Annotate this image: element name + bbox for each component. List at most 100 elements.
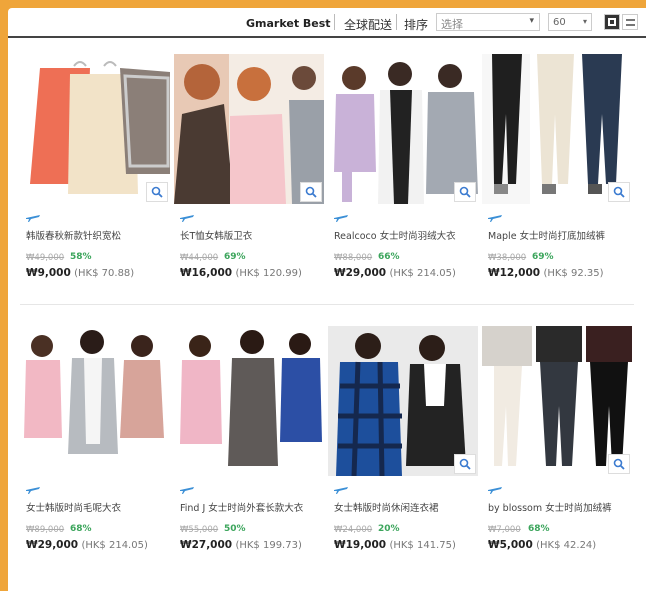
sale-price: ₩27,000 (180, 539, 233, 551)
product-title[interactable]: by blossom 女士时尚加绒裤 (488, 500, 638, 514)
sale-price: ₩12,000 (488, 267, 541, 279)
original-price: ₩38,000 (488, 253, 527, 263)
search-icon (613, 186, 625, 198)
hk-price: (HK$ 120.99) (235, 268, 302, 279)
airplane-icon (488, 487, 502, 494)
price: ₩27,000 (HK$ 199.73) (180, 539, 302, 551)
sort-select-value: 选择 (441, 18, 463, 31)
hk-price: (HK$ 141.75) (389, 540, 456, 551)
product-title[interactable]: 长T恤女韩版卫衣 (180, 228, 330, 242)
airplane-icon (334, 487, 348, 494)
zoom-button[interactable] (454, 182, 476, 202)
product-title[interactable]: 女士韩版时尚休闲连衣裙 (334, 500, 484, 514)
chevron-down-icon: ▾ (529, 16, 534, 26)
hk-price: (HK$ 70.88) (74, 268, 135, 279)
per-page-value: 60 (553, 17, 566, 28)
product-image[interactable] (20, 326, 170, 476)
discount-badge: 69% (532, 252, 554, 262)
sale-price: ₩19,000 (334, 539, 387, 551)
price: ₩29,000 (HK$ 214.05) (26, 539, 148, 551)
list-view-button[interactable] (622, 14, 638, 30)
product-card[interactable]: 女士韩版时尚休闲连衣裙 ₩24,000 20% ₩19,000 (HK$ 141… (328, 326, 478, 551)
product-image[interactable] (328, 54, 478, 204)
product-image[interactable] (174, 326, 324, 476)
airplane-icon (180, 215, 194, 222)
original-price: ₩44,000 (180, 253, 219, 263)
per-page-select[interactable]: 60 ▾ (548, 13, 592, 31)
zoom-button[interactable] (300, 182, 322, 202)
search-icon (305, 186, 317, 198)
product-title[interactable]: 女士韩版时尚毛呢大衣 (26, 500, 176, 514)
zoom-button[interactable] (146, 182, 168, 202)
price: ₩19,000 (HK$ 141.75) (334, 539, 456, 551)
zoom-button[interactable] (608, 182, 630, 202)
product-title[interactable]: Maple 女士时尚打底加绒裤 (488, 228, 638, 242)
discount-badge: 68% (528, 524, 550, 534)
row-divider (20, 304, 634, 305)
product-card[interactable]: 女士韩版时尚毛呢大衣 ₩89,000 68% ₩29,000 (HK$ 214.… (20, 326, 170, 551)
airplane-icon (26, 487, 40, 494)
product-photo (174, 326, 324, 476)
sale-price: ₩16,000 (180, 267, 233, 279)
sale-price: ₩29,000 (334, 267, 387, 279)
product-image[interactable] (328, 326, 478, 476)
hk-price: (HK$ 214.05) (81, 540, 148, 551)
browser-frame: Gmarket Best 全球配送 排序 选择 ▾ 60 ▾ 韩版春秋新款针织宽… (8, 8, 646, 591)
product-card[interactable]: 韩版春秋新款针织宽松 ₩49,000 58% ₩9,000 (HK$ 70.88… (20, 54, 170, 279)
sort-label: 排序 (404, 18, 429, 32)
product-card[interactable]: Realcoco 女士时尚羽绒大衣 ₩88,000 66% ₩29,000 (H… (328, 54, 478, 279)
product-title[interactable]: Find J 女士时尚外套长款大衣 (180, 500, 330, 514)
sale-price: ₩5,000 (488, 539, 533, 551)
grid-view-button[interactable] (604, 14, 620, 30)
product-title[interactable]: 韩版春秋新款针织宽松 (26, 228, 176, 242)
discount-badge: 50% (224, 524, 246, 534)
global-shipping-filter[interactable]: 全球配送 (344, 16, 392, 33)
product-image[interactable] (482, 326, 632, 476)
airplane-icon (334, 215, 348, 222)
divider (334, 14, 335, 30)
search-icon (151, 186, 163, 198)
price: ₩5,000 (HK$ 42.24) (488, 539, 596, 551)
discount-badge: 20% (378, 524, 400, 534)
hk-price: (HK$ 42.24) (536, 540, 597, 551)
sale-price: ₩9,000 (26, 267, 71, 279)
price: ₩29,000 (HK$ 214.05) (334, 267, 456, 279)
product-card[interactable]: by blossom 女士时尚加绒裤 ₩7,000 68% ₩5,000 (HK… (482, 326, 632, 551)
price: ₩12,000 (HK$ 92.35) (488, 267, 604, 279)
product-image[interactable] (20, 54, 170, 204)
search-icon (613, 458, 625, 470)
product-title[interactable]: Realcoco 女士时尚羽绒大衣 (334, 228, 484, 242)
discount-badge: 58% (70, 252, 92, 262)
sale-price: ₩29,000 (26, 539, 79, 551)
hk-price: (HK$ 92.35) (543, 268, 604, 279)
zoom-button[interactable] (608, 454, 630, 474)
list-icon (625, 18, 635, 26)
original-price: ₩49,000 (26, 253, 65, 263)
hk-price: (HK$ 214.05) (389, 268, 456, 279)
product-card[interactable]: Find J 女士时尚外套长款大衣 ₩55,000 50% ₩27,000 (H… (174, 326, 324, 551)
product-photo (20, 326, 170, 476)
original-price: ₩89,000 (26, 525, 65, 535)
original-price: ₩7,000 (488, 525, 521, 535)
discount-badge: 66% (378, 252, 400, 262)
airplane-icon (180, 487, 194, 494)
airplane-icon (26, 215, 40, 222)
discount-badge: 69% (224, 252, 246, 262)
product-card[interactable]: Maple 女士时尚打底加绒裤 ₩38,000 69% ₩12,000 (HK$… (482, 54, 632, 279)
price: ₩9,000 (HK$ 70.88) (26, 267, 134, 279)
discount-badge: 68% (70, 524, 92, 534)
product-image[interactable] (482, 54, 632, 204)
zoom-button[interactable] (454, 454, 476, 474)
search-icon (459, 186, 471, 198)
airplane-icon (488, 215, 502, 222)
divider (396, 14, 397, 30)
product-image[interactable] (174, 54, 324, 204)
chevron-down-icon: ▾ (582, 17, 587, 26)
grid-icon (608, 18, 616, 26)
gmarket-best-link[interactable]: Gmarket Best (246, 17, 331, 30)
sort-select[interactable]: 选择 ▾ (436, 13, 540, 31)
hk-price: (HK$ 199.73) (235, 540, 302, 551)
original-price: ₩24,000 (334, 525, 373, 535)
original-price: ₩55,000 (180, 525, 219, 535)
product-card[interactable]: 长T恤女韩版卫衣 ₩44,000 69% ₩16,000 (HK$ 120.99… (174, 54, 324, 279)
